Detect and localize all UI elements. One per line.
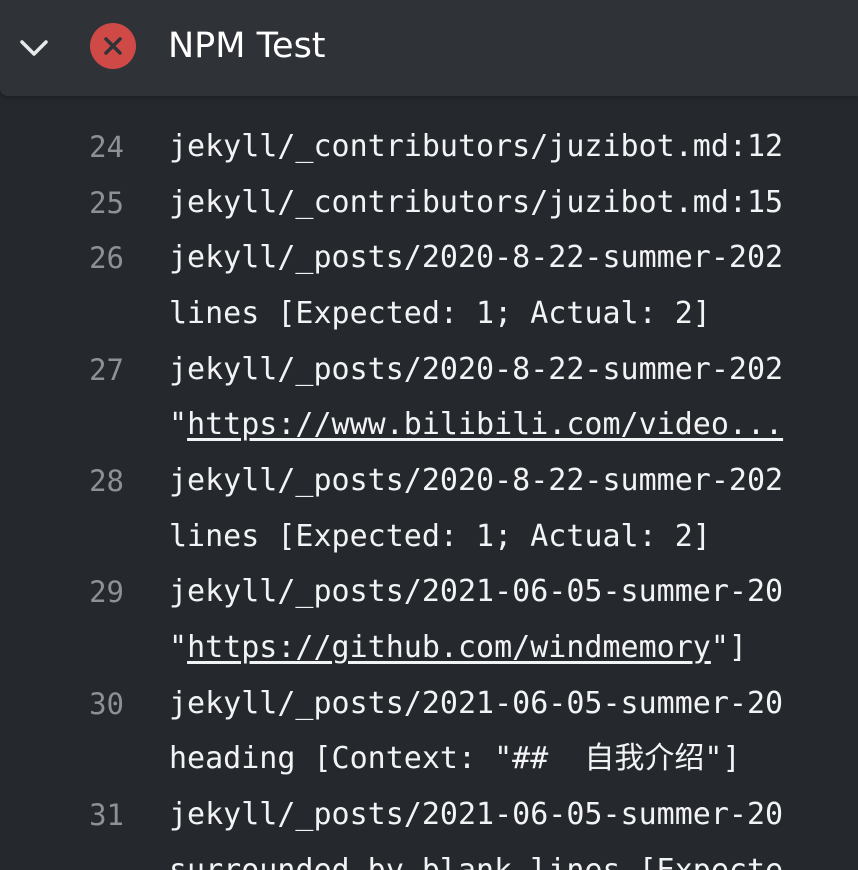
log-text: "https://www.bilibili.com/video... [169,397,783,453]
log-text: jekyll/_contributors/juzibot.md:12 [169,129,784,164]
log-line: 28 jekyll/_posts/2020-8-22-summer-202 [0,453,858,509]
log-text: jekyll/_posts/2020-8-22-summer-202 [169,352,784,387]
line-number: 28 [89,464,124,498]
log-line-continuation: "https://www.bilibili.com/video... [0,397,858,453]
log-text: jekyll/_posts/2021-06-05-summer-20 [169,686,784,721]
line-number: 30 [89,687,124,721]
log-line: 29 jekyll/_posts/2021-06-05-summer-20 [0,564,858,620]
log-output[interactable]: 23 24 jekyll/_contributors/juzibot.md:12… [0,64,858,870]
log-line-continuation: "https://github.com/windmemory"] [0,620,858,676]
error-x-icon [90,23,136,69]
bilibili-link[interactable]: https://www.bilibili.com/video... [187,407,783,442]
quote-suffix: "] [710,630,747,665]
line-number: 27 [89,353,124,387]
log-line: 26 jekyll/_posts/2020-8-22-summer-202 [0,230,858,286]
line-number: 26 [89,241,124,275]
log-text: "https://github.com/windmemory"] [169,620,747,676]
log-line-continuation: heading [Context: "## 自我介绍"] [0,731,858,787]
line-number: 29 [89,575,124,609]
log-text: heading [Context: "## 自我介绍"] [169,741,741,776]
log-line: 30 jekyll/_posts/2021-06-05-summer-20 [0,676,858,732]
log-text: jekyll/_posts/2021-06-05-summer-20 [169,574,784,609]
line-number: 31 [89,798,124,832]
log-line: 31 jekyll/_posts/2021-06-05-summer-20 [0,787,858,843]
chevron-down-icon[interactable] [16,30,52,66]
line-number: 25 [89,186,124,220]
x-mark-icon [104,37,122,55]
log-text: jekyll/_posts/2020-8-22-summer-202 [169,463,784,498]
job-header[interactable]: NPM Test [0,0,858,96]
log-text: lines [Expected: 1; Actual: 2] [169,519,711,554]
log-line: 24 jekyll/_contributors/juzibot.md:12 [0,119,858,175]
log-text: jekyll/_posts/2020-8-22-summer-202 [169,240,784,275]
log-line-continuation: lines [Expected: 1; Actual: 2] [0,509,858,565]
npm-test-log-panel: 23 24 jekyll/_contributors/juzibot.md:12… [0,0,858,870]
log-text: jekyll/_contributors/juzibot.md:15 [169,185,784,220]
job-title: NPM Test [168,26,326,66]
log-line-continuation: lines [Expected: 1; Actual: 2] [0,286,858,342]
log-line-continuation: surrounded by blank lines [Expecte [0,843,858,870]
log-line: 27 jekyll/_posts/2020-8-22-summer-202 [0,342,858,398]
quote-prefix: " [169,407,188,442]
quote-prefix: " [169,630,188,665]
line-number: 24 [89,130,124,164]
log-text: lines [Expected: 1; Actual: 2] [169,296,711,331]
log-text: surrounded by blank lines [Expecte [169,843,783,870]
log-line: 25 jekyll/_contributors/juzibot.md:15 [0,175,858,231]
log-text: jekyll/_posts/2021-06-05-summer-20 [169,797,784,832]
github-link[interactable]: https://github.com/windmemory [187,630,711,665]
